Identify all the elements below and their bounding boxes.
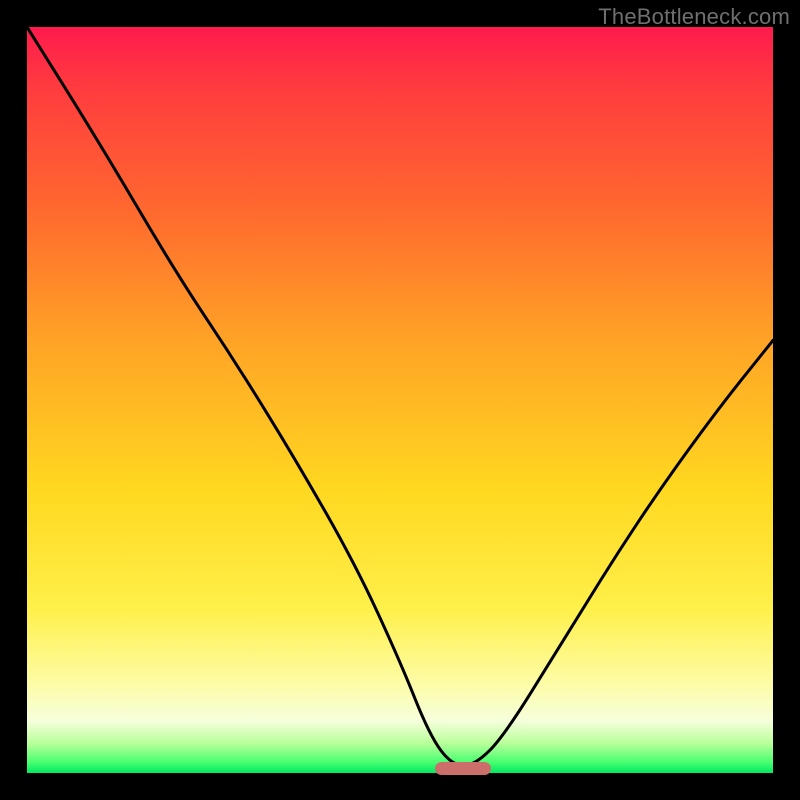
- optimal-marker: [435, 762, 491, 775]
- chart-frame: TheBottleneck.com: [0, 0, 800, 800]
- bottleneck-curve: [27, 27, 773, 773]
- plot-area: [27, 27, 773, 773]
- curve-path: [27, 27, 773, 766]
